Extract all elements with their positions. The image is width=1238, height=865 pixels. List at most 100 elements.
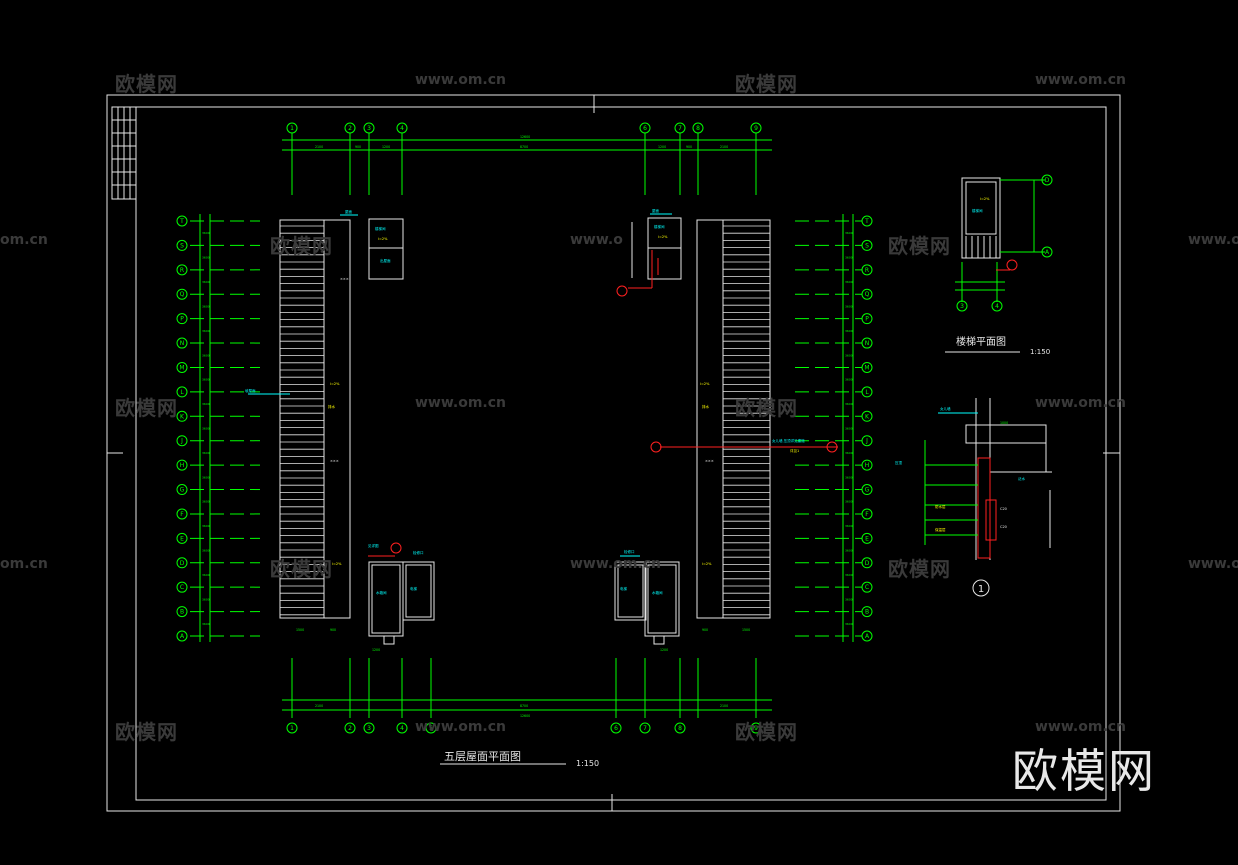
- binding-strip: [111, 106, 137, 200]
- main-title: 五层屋面平面图: [444, 750, 521, 763]
- watermark-url: www.om.cn: [1035, 719, 1127, 735]
- right-wing: i=2% 排水 i=2% ××× 楼梯间 i=2% 屋面 电梯 水箱间 检修口 …: [614, 208, 838, 652]
- axis-label-left-K: K: [180, 413, 185, 420]
- watermark-cn: 欧模网: [270, 234, 333, 258]
- row-dimension-text: 3600: [845, 280, 853, 284]
- axis-label-right-H: H: [865, 462, 870, 469]
- axis-label-right-N: N: [865, 340, 870, 347]
- inner-frame: [135, 106, 1107, 801]
- watermark-url: www.om.cn: [415, 395, 507, 411]
- axis-label-bottom-1: 1: [290, 725, 294, 732]
- row-dimension-text: 3600: [202, 402, 210, 406]
- stair-plan-scale: 1:150: [1030, 348, 1050, 356]
- svg-text:1200: 1200: [382, 145, 390, 149]
- axis-label-left-B: B: [180, 609, 184, 616]
- svg-text:1500: 1500: [742, 628, 750, 632]
- axis-label-right-P: P: [865, 316, 869, 323]
- row-dimension-text: 3600: [202, 451, 210, 455]
- row-dimension-text: 3600: [202, 573, 210, 577]
- row-dimension-text: 3600: [845, 427, 853, 431]
- axis-label-right-F: F: [865, 511, 869, 518]
- top-axis-bubbles: 1 2 3 4 6 7 8 9: [286, 122, 762, 134]
- svg-text:排水: 排水: [328, 404, 336, 409]
- row-dimension-text: 3600: [845, 524, 853, 528]
- svg-text:i=2%: i=2%: [980, 197, 990, 201]
- row-dimension-text: 3600: [845, 622, 853, 626]
- top-dimension-lines: [282, 133, 772, 195]
- watermark-cn: 欧模网: [735, 72, 798, 96]
- row-dimension-text: 3600: [202, 353, 210, 357]
- watermark-cn: 欧模网: [115, 72, 178, 96]
- axis-label-left-C: C: [180, 584, 184, 591]
- svg-text:屋面: 屋面: [345, 209, 353, 214]
- main-scale: 1:150: [576, 759, 599, 768]
- axis-label-right-J: J: [865, 438, 868, 445]
- row-dimension-text: 3600: [202, 378, 210, 382]
- svg-text:C20: C20: [1000, 525, 1007, 529]
- main-title-block: 五层屋面平面图 1:150: [440, 750, 599, 768]
- svg-text:i=2%: i=2%: [378, 237, 388, 241]
- svg-text:i=2%: i=2%: [330, 382, 340, 386]
- axis-label-top-4: 4: [400, 125, 404, 132]
- svg-text:泛水: 泛水: [1018, 476, 1026, 481]
- site-logo: 欧模网: [1012, 744, 1156, 798]
- watermark-url: om.cn: [0, 556, 48, 572]
- axis-label-right-M: M: [864, 364, 869, 371]
- svg-text:×××: ×××: [330, 459, 339, 463]
- axis-label-right-S: S: [865, 242, 869, 249]
- row-dimension-text: 3600: [202, 231, 210, 235]
- axis-label-left-J: J: [180, 438, 183, 445]
- row-dimension-text: 3600: [202, 256, 210, 260]
- axis-label-right-R: R: [865, 267, 869, 274]
- watermark-url: www.om.cn: [570, 556, 662, 572]
- axis-label-right-B: B: [865, 609, 869, 616]
- watermark-cn: 欧模网: [888, 557, 951, 581]
- row-dimension-text: 3600: [202, 597, 210, 601]
- row-dimension-text: 3600: [845, 231, 853, 235]
- stair-plan-title: 楼梯平面图: [956, 335, 1006, 348]
- svg-text:女儿墙: 女儿墙: [940, 406, 951, 411]
- watermark-url: www.om.cn: [415, 719, 507, 735]
- svg-text:楼梯间: 楼梯间: [375, 226, 386, 231]
- svg-text:12600: 12600: [520, 714, 530, 718]
- axis-label-top-8: 8: [696, 125, 700, 132]
- axis-label-top-6: 6: [643, 125, 647, 132]
- row-dimension-text: 3600: [845, 329, 853, 333]
- svg-text:900: 900: [355, 145, 361, 149]
- svg-text:水箱间: 水箱间: [652, 590, 663, 595]
- row-dimension-text: 3600: [845, 573, 853, 577]
- row-dimension-text: 3600: [202, 524, 210, 528]
- axis-label-bottom-4: 4: [400, 725, 404, 732]
- axis-label-top-9: 9: [754, 125, 758, 132]
- axis-label-left-D: D: [180, 560, 185, 567]
- svg-text:12600: 12600: [520, 135, 530, 139]
- svg-text:详见1: 详见1: [790, 448, 799, 453]
- svg-text:楼梯间: 楼梯间: [654, 224, 665, 229]
- svg-text:1200: 1200: [658, 145, 666, 149]
- watermark-cn: 欧模网: [115, 720, 178, 744]
- watermark-cn: 欧模网: [735, 720, 798, 744]
- svg-text:楼梯间: 楼梯间: [972, 208, 983, 213]
- svg-text:900: 900: [702, 628, 708, 632]
- svg-text:2100: 2100: [720, 145, 728, 149]
- svg-text:水箱间: 水箱间: [376, 590, 387, 595]
- row-axis-bubbles-right: T S R Q P N M L K J H G F E D C B A: [861, 215, 873, 642]
- svg-text:2100: 2100: [315, 145, 323, 149]
- stair-axis-label-3: 3: [960, 303, 964, 310]
- axis-label-right-A: A: [865, 633, 870, 640]
- watermark-url: om.cn: [0, 232, 48, 248]
- svg-text:i=2%: i=2%: [700, 382, 710, 386]
- detail-number-label: 1: [978, 584, 984, 595]
- row-dimension-text: 3600: [845, 402, 853, 406]
- row-dimension-text: 3600: [202, 280, 210, 284]
- svg-text:检修口: 检修口: [413, 550, 424, 555]
- svg-text:1500: 1500: [296, 628, 304, 632]
- axis-label-top-3: 3: [367, 125, 371, 132]
- row-dimension-text: 3600: [845, 475, 853, 479]
- row-dimension-text: 3600: [845, 378, 853, 382]
- stair-axis-label-a: A: [1045, 249, 1050, 256]
- axis-label-right-G: G: [865, 487, 870, 494]
- axis-label-bottom-3: 3: [367, 725, 371, 732]
- axis-label-left-F: F: [180, 511, 184, 518]
- svg-text:900: 900: [686, 145, 692, 149]
